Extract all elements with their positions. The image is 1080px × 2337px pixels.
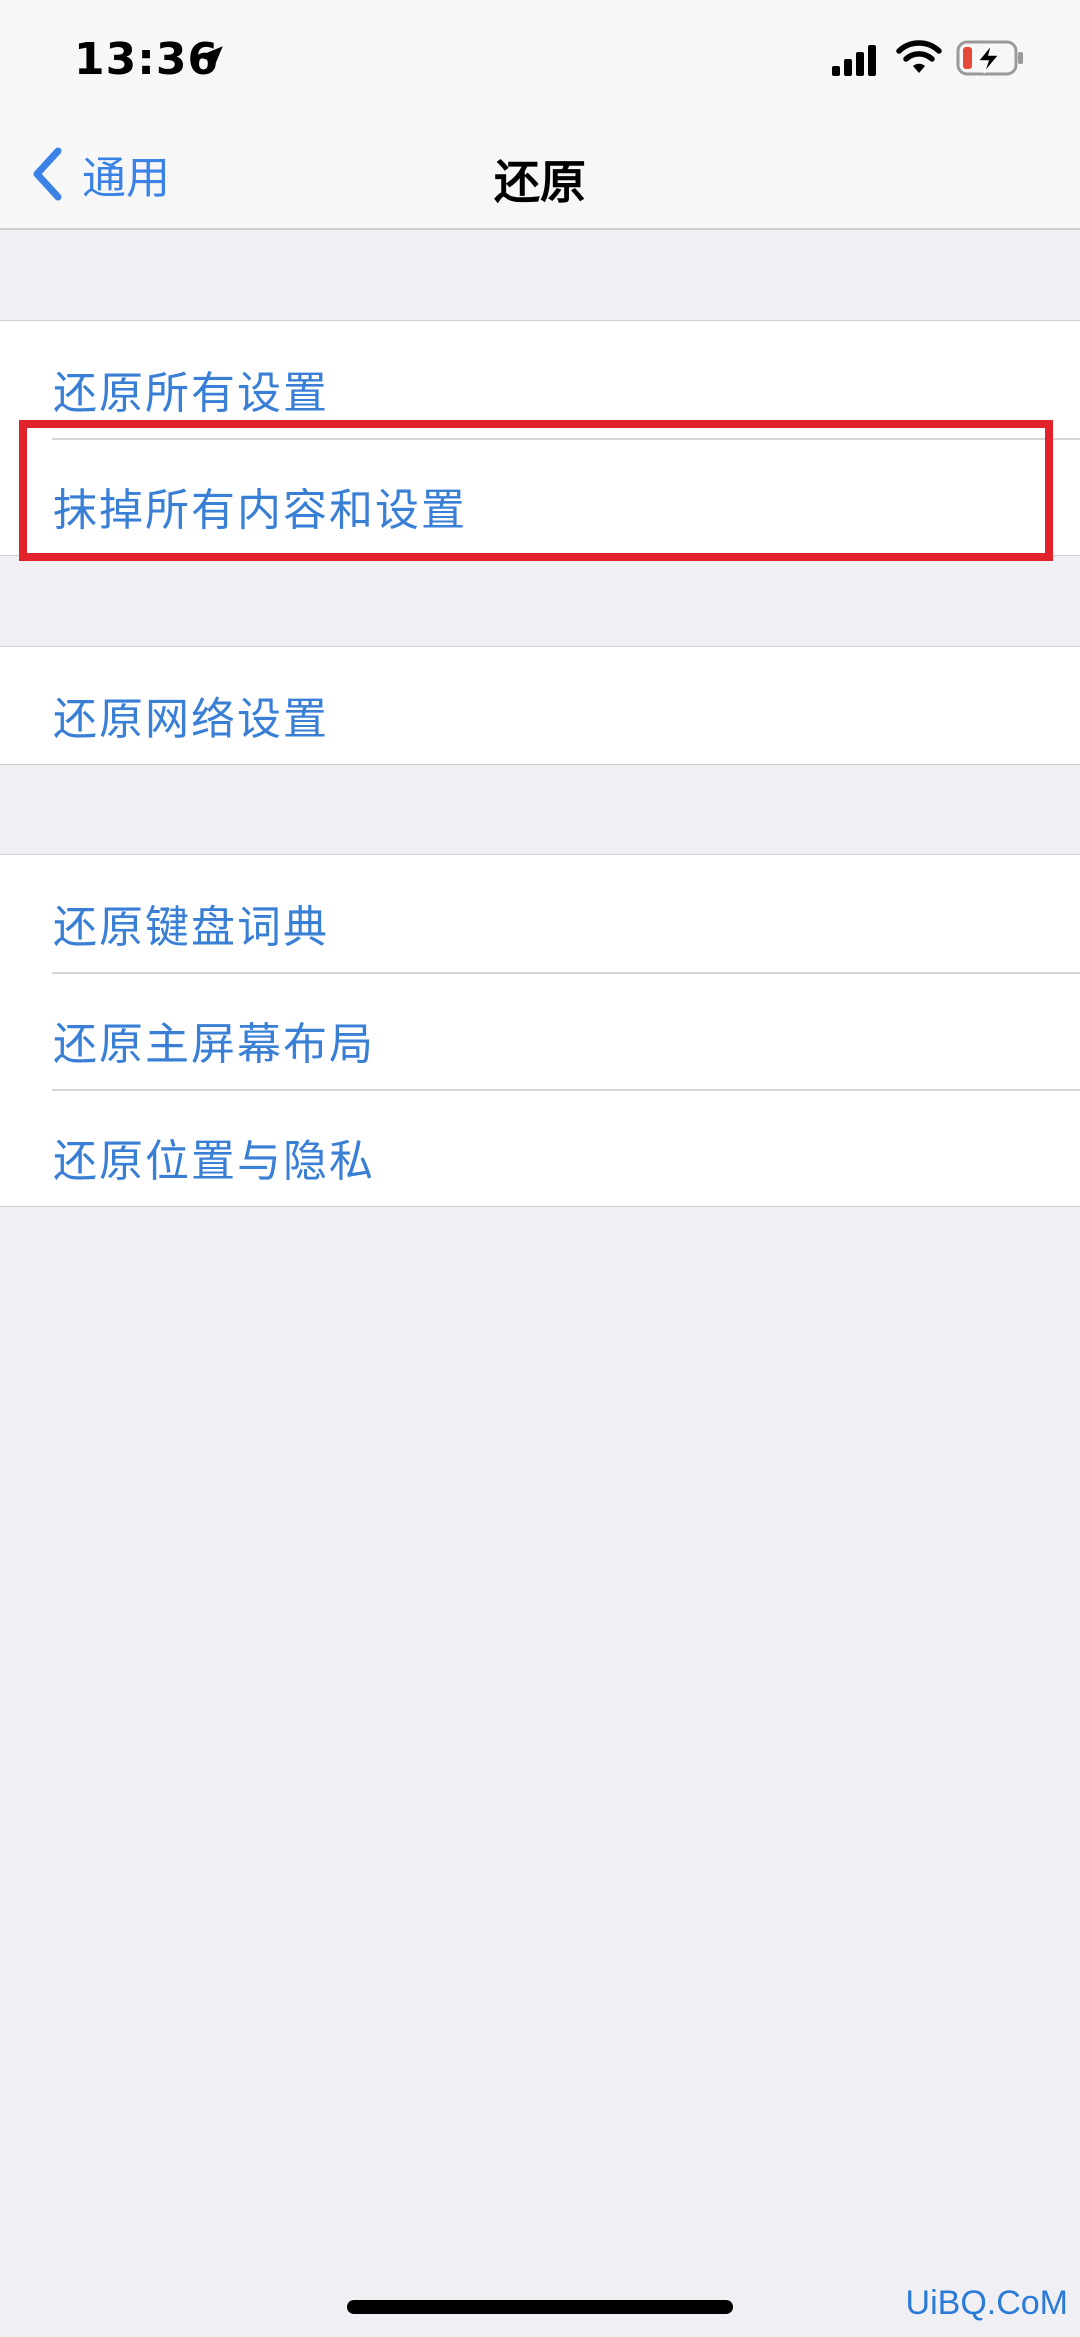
erase-all-content-row[interactable]: 抹掉所有内容和设置 [0,438,1080,555]
settings-group-2: 还原网络设置 [0,646,1080,765]
status-bar: 13:36 [0,0,1080,120]
row-label: 抹掉所有内容和设置 [53,485,467,536]
wifi-icon [896,40,942,73]
battery-charging-low-icon [956,40,1023,76]
home-indicator[interactable] [347,2300,733,2314]
reset-network-settings-row[interactable]: 还原网络设置 [0,647,1080,764]
navigation-bar: 通用 还原 [0,120,1080,230]
reset-all-settings-row[interactable]: 还原所有设置 [0,321,1080,438]
settings-group-3: 还原键盘词典 还原主屏幕布局 还原位置与隐私 [0,854,1080,1207]
watermark: UiBQ.CoM [905,2284,1068,2322]
page-title: 还原 [494,155,586,209]
row-label: 还原键盘词典 [53,902,329,953]
row-label: 还原网络设置 [53,694,329,745]
settings-group-1: 还原所有设置 抹掉所有内容和设置 [0,320,1080,556]
row-label: 还原位置与隐私 [53,1136,375,1187]
location-arrow-icon [197,46,223,72]
row-label: 还原所有设置 [53,368,329,419]
reset-location-privacy-row[interactable]: 还原位置与隐私 [0,1089,1080,1206]
reset-keyboard-dictionary-row[interactable]: 还原键盘词典 [0,855,1080,972]
reset-home-screen-layout-row[interactable]: 还原主屏幕布局 [0,972,1080,1089]
cellular-signal-icon [832,45,876,76]
row-label: 还原主屏幕布局 [53,1019,375,1070]
